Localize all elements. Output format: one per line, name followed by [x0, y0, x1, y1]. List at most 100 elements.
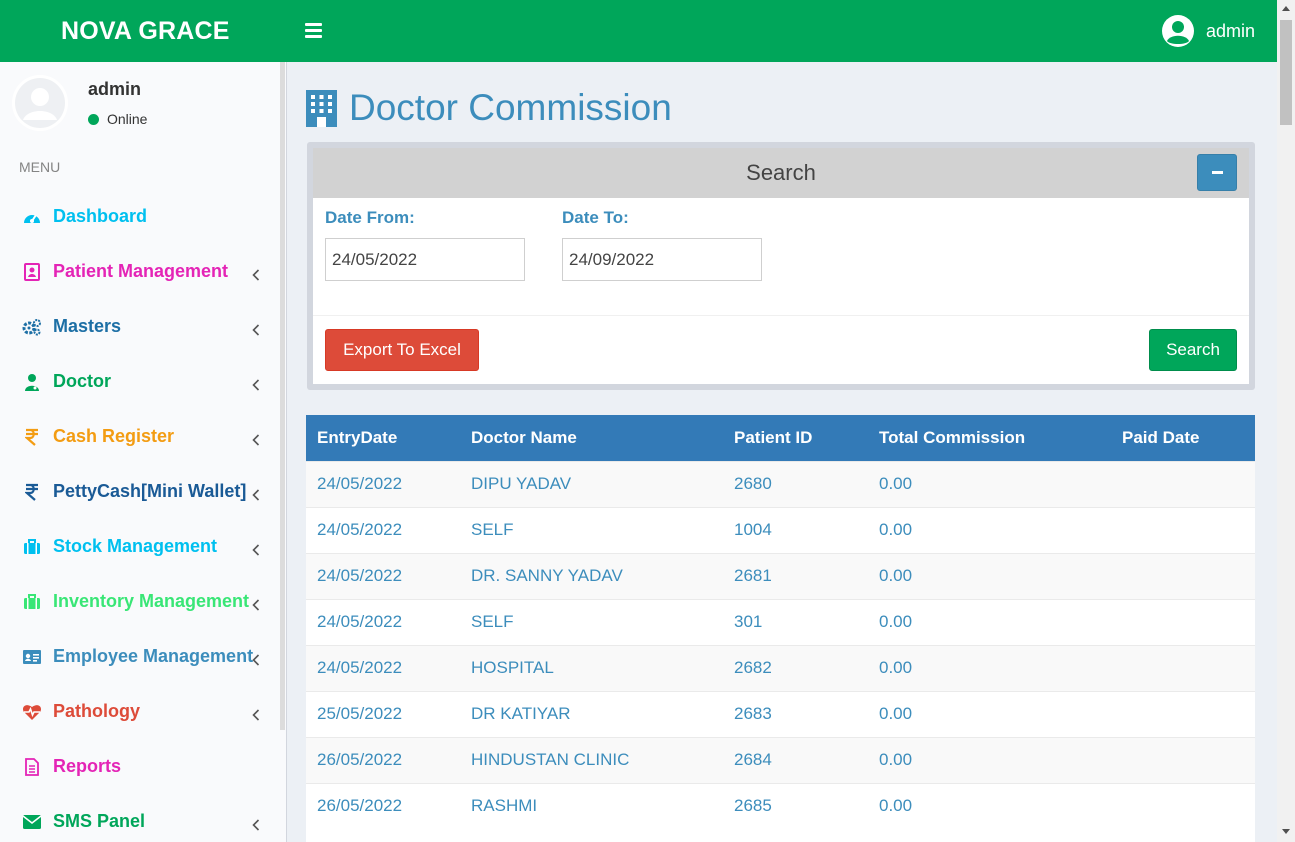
chevron-left-icon[interactable] — [252, 375, 260, 391]
export-excel-button[interactable]: Export To Excel — [325, 329, 479, 371]
column-header-patient-id[interactable]: Patient ID — [723, 415, 868, 461]
sidebar-item-doctor[interactable]: Doctor — [0, 354, 282, 409]
chevron-left-icon[interactable] — [252, 815, 260, 831]
cell-patient-id: 2682 — [723, 644, 868, 691]
scrollbar-thumb[interactable] — [1280, 20, 1292, 125]
patient-card-icon — [22, 262, 42, 282]
cell-total-commission: 0.00 — [868, 782, 1111, 829]
sidebar-toggle-icon[interactable] — [305, 23, 322, 38]
sidebar-item-sms-panel[interactable]: SMS Panel — [0, 794, 282, 842]
scroll-up-icon[interactable] — [1282, 6, 1290, 11]
chevron-left-icon[interactable] — [252, 265, 260, 281]
table-row[interactable]: 25/05/2022 DR KATIYAR 2683 0.00 — [306, 690, 1255, 737]
scroll-down-icon[interactable] — [1282, 829, 1290, 834]
cell-paid-date — [1111, 690, 1255, 737]
sidebar-item-label: SMS Panel — [53, 811, 146, 831]
sidebar-item-patient-management[interactable]: Patient Management — [0, 244, 282, 299]
sidebar-item-label: Reports — [53, 756, 122, 776]
sidebar-item-pathology[interactable]: Pathology — [0, 684, 282, 739]
chevron-left-icon[interactable] — [252, 430, 260, 446]
dashboard-icon — [22, 207, 42, 227]
page-title-text: Doctor Commission — [349, 87, 672, 128]
cell-total-commission: 0.00 — [868, 460, 1111, 507]
sidebar-item-masters[interactable]: Masters — [0, 299, 282, 354]
rupee-icon — [22, 427, 42, 447]
chevron-left-icon[interactable] — [252, 540, 260, 556]
cell-doctor-name: RASHMI — [460, 782, 723, 829]
user-panel: admin Online — [12, 75, 272, 133]
date-from-label: Date From: — [325, 208, 415, 227]
column-header-paid-date[interactable]: Paid Date — [1111, 415, 1255, 461]
chevron-left-icon[interactable] — [252, 595, 260, 611]
sidebar-item-cash-register[interactable]: Cash Register — [0, 409, 282, 464]
cell-paid-date — [1111, 598, 1255, 645]
sidebar-item-reports[interactable]: Reports — [0, 739, 282, 794]
cell-paid-date — [1111, 552, 1255, 599]
sidebar-item-label: Employee Management — [53, 646, 254, 666]
table-row[interactable]: 24/05/2022 HOSPITAL 2682 0.00 — [306, 644, 1255, 691]
table-row[interactable]: 24/05/2022 DIPU YADAV 2680 0.00 — [306, 460, 1255, 507]
sidebar-item-stock-management[interactable]: Stock Management — [0, 519, 282, 574]
user-name: admin — [1205, 20, 1255, 41]
sidebar-item-dashboard[interactable]: Dashboard — [0, 189, 282, 244]
chevron-left-icon[interactable] — [252, 320, 260, 336]
user-menu[interactable]: admin — [1161, 15, 1255, 47]
date-to-input[interactable]: 24/09/2022 — [562, 238, 762, 281]
cell-paid-date — [1111, 644, 1255, 691]
cell-paid-date — [1111, 460, 1255, 507]
collapse-button[interactable] — [1197, 154, 1237, 191]
sidebar: admin Online MENU Dashboard Patient Manag… — [0, 62, 287, 842]
cell-total-commission: 0.00 — [868, 644, 1111, 691]
minus-icon — [1212, 171, 1223, 174]
page-title: Doctor Commission — [306, 87, 672, 129]
cell-patient-id: 301 — [723, 598, 868, 645]
sidebar-item-pettycash-mini-wallet[interactable]: PettyCash[Mini Wallet] — [0, 464, 282, 519]
date-to-label: Date To: — [562, 208, 629, 227]
table-row[interactable]: 24/05/2022 SELF 1004 0.00 — [306, 506, 1255, 553]
sidebar-item-inventory-management[interactable]: Inventory Management — [0, 574, 282, 629]
brand-logo[interactable]: NOVA GRACE — [0, 0, 287, 62]
divider — [313, 315, 1249, 316]
table-row[interactable]: 24/05/2022 SELF 301 0.00 — [306, 598, 1255, 645]
cell-entry-date: 26/05/2022 — [306, 782, 460, 829]
page-scrollbar[interactable] — [1277, 0, 1295, 842]
table-row[interactable]: 26/05/2022 RASHMI 2685 0.00 — [306, 782, 1255, 829]
menu-header: MENU — [19, 159, 61, 175]
envelope-icon — [22, 812, 42, 832]
sidebar-item-label: Inventory Management — [53, 591, 250, 611]
heartbeat-icon — [22, 702, 42, 722]
cell-total-commission: 0.00 — [868, 736, 1111, 783]
search-panel: Search Date From: 24/05/2022 Date To: 24… — [307, 142, 1255, 390]
date-from-input[interactable]: 24/05/2022 — [325, 238, 525, 281]
document-icon — [22, 757, 42, 777]
cell-doctor-name: HOSPITAL — [460, 644, 723, 691]
table-row[interactable]: 24/05/2022 DR. SANNY YADAV 2681 0.00 — [306, 552, 1255, 599]
search-panel-title: Search — [746, 160, 816, 185]
table-row[interactable]: 26/05/2022 HINDUSTAN CLINIC 2684 0.00 — [306, 736, 1255, 783]
column-header-total-commission[interactable]: Total Commission — [868, 415, 1111, 461]
column-header-entry-date[interactable]: EntryDate — [306, 415, 460, 461]
main-content: Doctor Commission Search Date From: 24/0… — [288, 62, 1277, 842]
chevron-left-icon[interactable] — [252, 650, 260, 666]
user-circle-icon — [1161, 15, 1194, 47]
search-button[interactable]: Search — [1149, 329, 1237, 371]
chevron-left-icon[interactable] — [252, 485, 260, 501]
sidebar-menu: Dashboard Patient Management Masters Doctor… — [0, 189, 282, 842]
status-dot-icon — [88, 113, 99, 125]
cell-entry-date: 24/05/2022 — [306, 460, 460, 507]
cell-paid-date — [1111, 782, 1255, 829]
cell-doctor-name: SELF — [460, 506, 723, 553]
cell-entry-date: 26/05/2022 — [306, 736, 460, 783]
status-text: Online — [107, 111, 148, 127]
cell-doctor-name: DR. SANNY YADAV — [460, 552, 723, 599]
cell-total-commission: 0.00 — [868, 690, 1111, 737]
chevron-left-icon[interactable] — [252, 705, 260, 721]
cell-patient-id: 2683 — [723, 690, 868, 737]
column-header-doctor-name[interactable]: Doctor Name — [460, 415, 723, 461]
sidebar-item-label: PettyCash[Mini Wallet] — [53, 481, 247, 501]
cell-patient-id: 2684 — [723, 736, 868, 783]
sidebar-item-label: Stock Management — [53, 536, 218, 556]
sidebar-item-employee-management[interactable]: Employee Management — [0, 629, 282, 684]
rupee-icon — [22, 482, 42, 502]
doctor-icon — [22, 372, 42, 392]
